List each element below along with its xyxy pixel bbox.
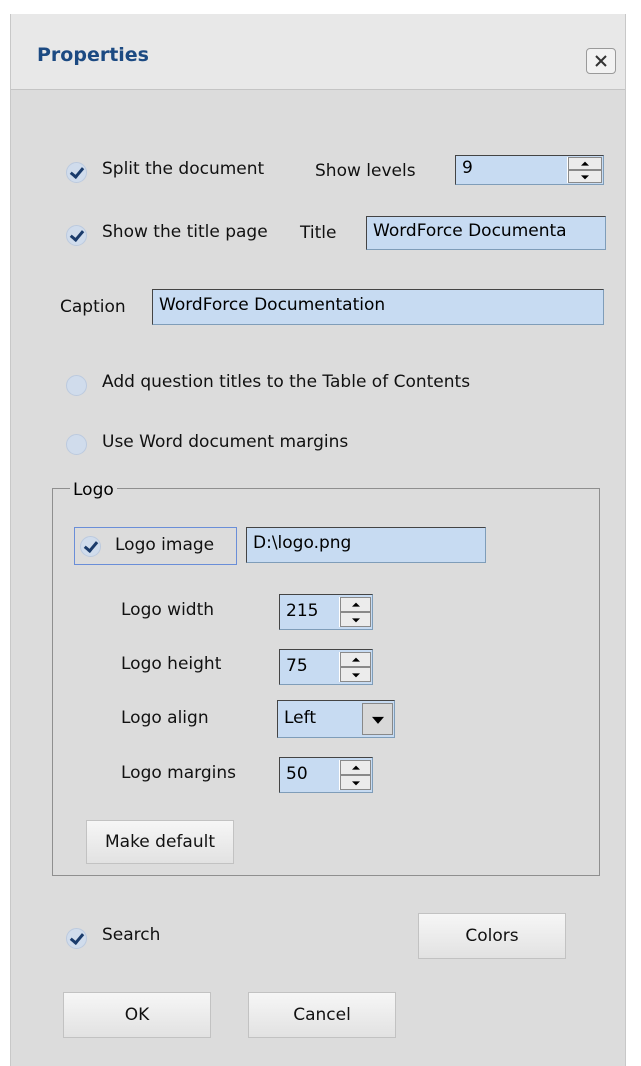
logo-image-path-input[interactable]: D:\logo.png: [246, 527, 486, 563]
title-input[interactable]: WordForce Documenta: [366, 216, 606, 250]
caption-input[interactable]: WordForce Documentation: [152, 289, 604, 325]
colors-button[interactable]: Colors: [418, 913, 566, 959]
search-label: Search: [102, 925, 161, 945]
logo-image-checkbox[interactable]: [80, 536, 101, 557]
chevron-down-icon[interactable]: [362, 703, 393, 735]
show-levels-stepper[interactable]: [567, 157, 602, 183]
cancel-button[interactable]: Cancel: [248, 992, 396, 1038]
arrow-down-icon[interactable]: [340, 775, 371, 790]
add-question-titles-checkbox[interactable]: [66, 375, 87, 396]
arrow-down-icon[interactable]: [340, 612, 371, 627]
ok-button[interactable]: OK: [63, 992, 211, 1038]
show-title-page-label: Show the title page: [102, 222, 268, 242]
logo-image-label: Logo image: [115, 535, 215, 555]
title-bar: Properties: [11, 14, 625, 89]
show-levels-label: Show levels: [315, 161, 416, 181]
logo-height-label: Logo height: [121, 654, 222, 674]
logo-align-label: Logo align: [121, 708, 209, 728]
logo-width-label: Logo width: [121, 600, 215, 620]
logo-group-label: Logo: [70, 480, 117, 500]
divider: [11, 89, 625, 90]
caption-label: Caption: [60, 297, 126, 317]
show-title-page-checkbox[interactable]: [66, 225, 87, 246]
arrow-up-icon[interactable]: [568, 157, 602, 170]
title-label: Title: [300, 223, 337, 243]
word-margins-checkbox[interactable]: [66, 434, 87, 455]
add-question-titles-label: Add question titles to the Table of Cont…: [102, 372, 471, 392]
arrow-down-icon[interactable]: [568, 170, 602, 183]
arrow-up-icon[interactable]: [340, 597, 371, 612]
arrow-up-icon[interactable]: [340, 760, 371, 775]
split-document-checkbox[interactable]: [66, 162, 87, 183]
split-document-label: Split the document: [102, 159, 265, 179]
dialog-title: Properties: [37, 44, 149, 66]
logo-margins-stepper[interactable]: [339, 760, 371, 790]
make-default-button[interactable]: Make default: [86, 820, 234, 864]
search-checkbox[interactable]: [66, 928, 87, 949]
close-button[interactable]: [586, 48, 616, 74]
arrow-up-icon[interactable]: [340, 652, 371, 667]
logo-margins-label: Logo margins: [121, 763, 236, 783]
word-margins-label: Use Word document margins: [102, 432, 349, 452]
arrow-down-icon[interactable]: [340, 667, 371, 682]
logo-width-stepper[interactable]: [339, 597, 371, 627]
logo-height-stepper[interactable]: [339, 652, 371, 682]
close-icon: [595, 55, 607, 67]
